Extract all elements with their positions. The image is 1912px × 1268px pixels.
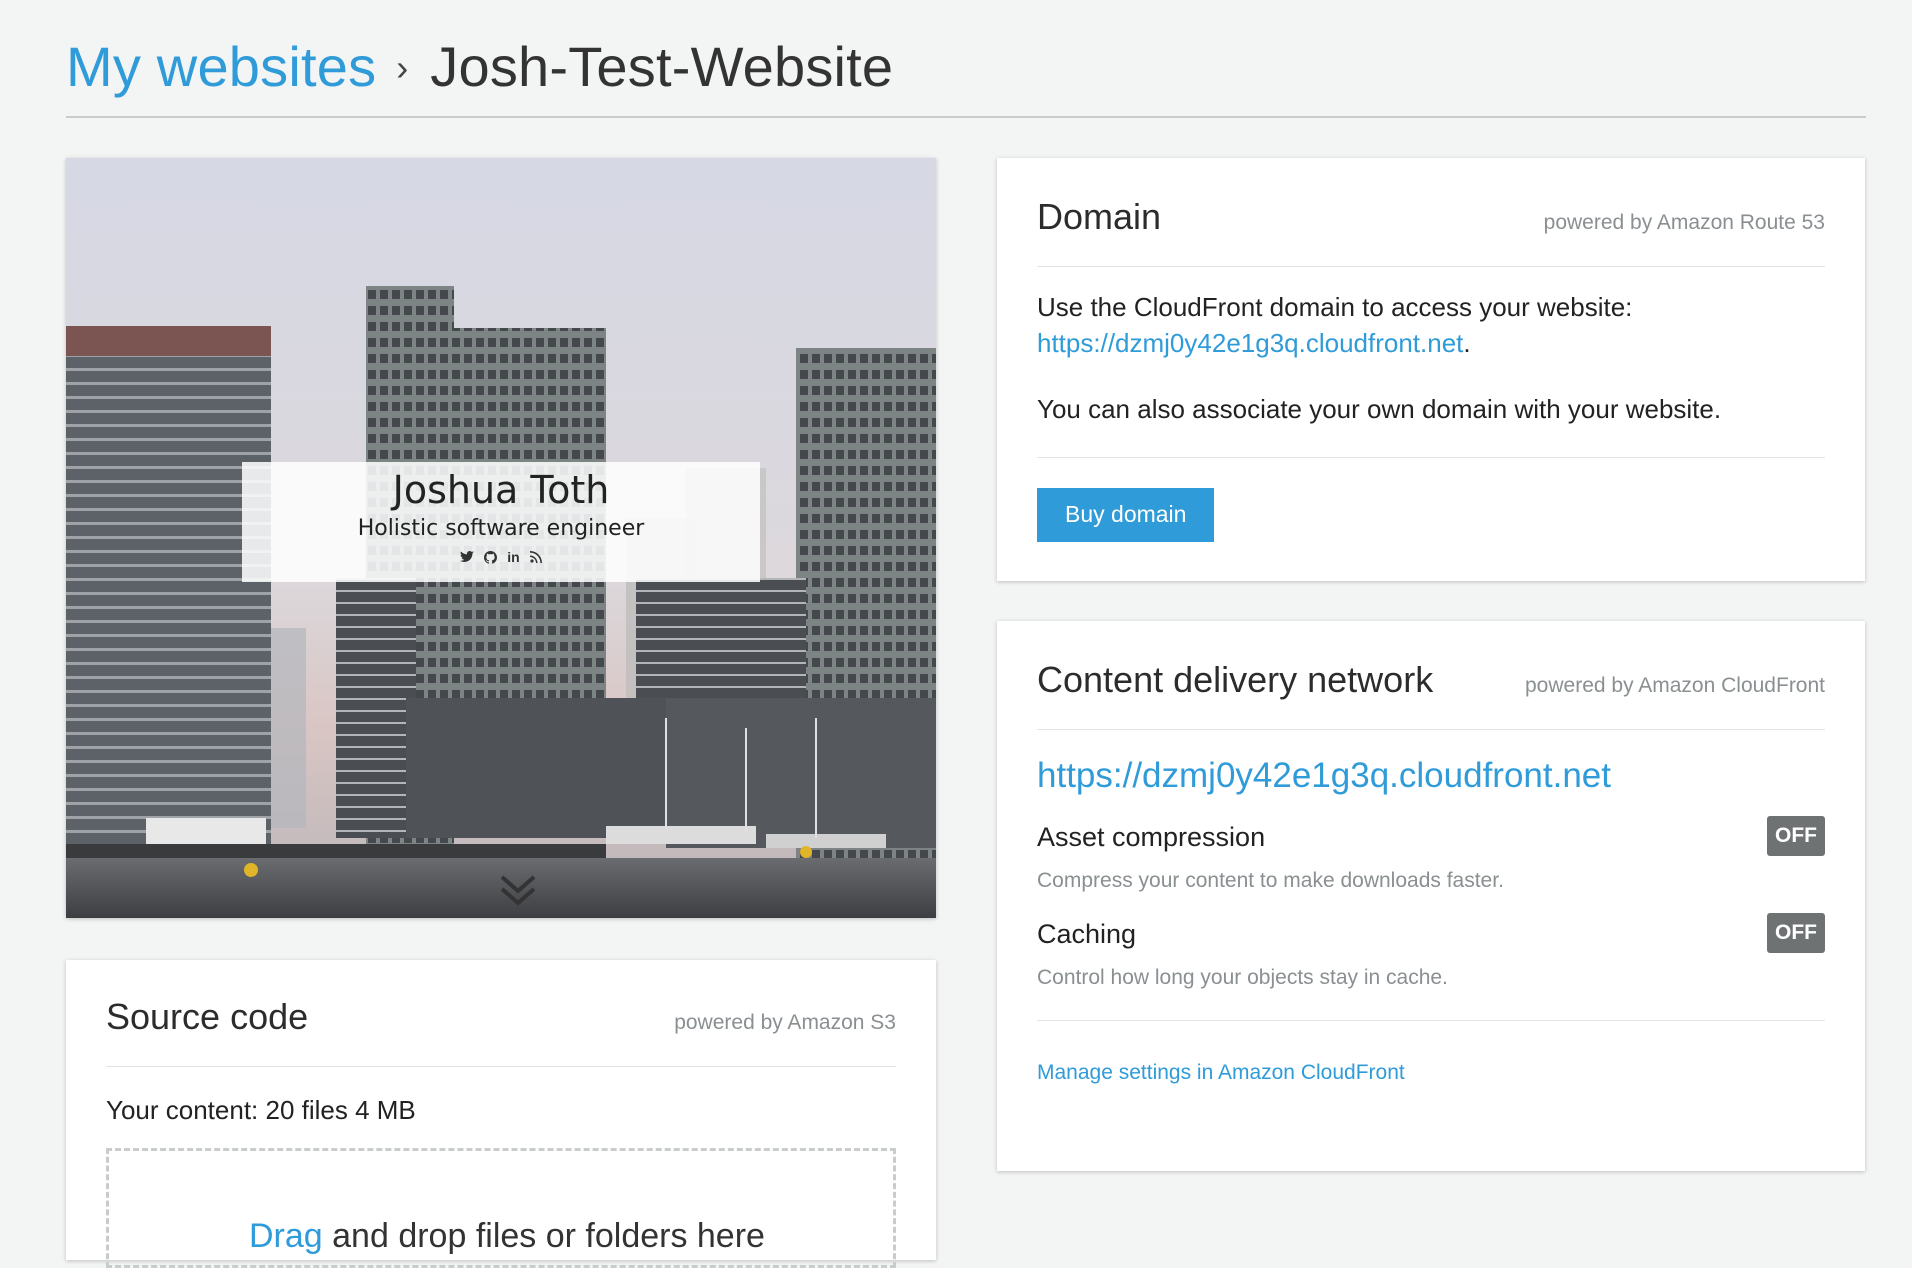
cloudfront-domain-link[interactable]: https://dzmj0y42e1g3q.cloudfront.net	[1037, 328, 1463, 358]
source-code-card: Source code powered by Amazon S3 Your co…	[66, 960, 936, 1268]
file-dropzone[interactable]: Drag and drop files or folders here	[106, 1148, 896, 1268]
preview-hero-banner: Joshua Toth Holistic software engineer i…	[242, 462, 760, 582]
rss-icon[interactable]	[529, 549, 542, 565]
cdn-powered-by: powered by Amazon CloudFront	[1525, 674, 1825, 697]
breadcrumb-my-websites-link[interactable]: My websites	[66, 34, 376, 99]
dropzone-browse-link[interactable]: Drag	[249, 1217, 323, 1255]
breadcrumb: My websites › Josh-Test-Website	[66, 28, 1866, 118]
cdn-card: Content delivery network powered by Amaz…	[997, 621, 1865, 1171]
setting-description: Compress your content to make downloads …	[1037, 869, 1504, 892]
twitter-icon[interactable]	[460, 549, 475, 565]
preview-author-name: Joshua Toth	[392, 468, 610, 512]
cdn-divider	[1037, 1020, 1825, 1021]
manage-cloudfront-link[interactable]: Manage settings in Amazon CloudFront	[1037, 1061, 1825, 1085]
setting-title: Caching	[1037, 919, 1137, 949]
domain-divider	[1037, 457, 1825, 458]
source-code-title: Source code	[106, 996, 309, 1037]
domain-card: Domain powered by Amazon Route 53 Use th…	[997, 158, 1865, 581]
linkedin-icon[interactable]: in	[507, 549, 519, 565]
breadcrumb-separator: ›	[396, 47, 409, 88]
domain-header: Domain powered by Amazon Route 53	[1037, 196, 1825, 267]
cdn-url-link[interactable]: https://dzmj0y42e1g3q.cloudfront.net	[1037, 756, 1825, 796]
cdn-title: Content delivery network	[1037, 659, 1434, 700]
preview-author-subtitle: Holistic software engineer	[357, 516, 645, 541]
domain-description: Use the CloudFront domain to access your…	[1037, 289, 1825, 427]
domain-intro-period: .	[1463, 328, 1471, 358]
website-preview[interactable]: Joshua Toth Holistic software engineer i…	[66, 158, 936, 918]
domain-title: Domain	[1037, 196, 1162, 237]
setting-asset-compression: Asset compression Compress your content …	[1037, 816, 1825, 893]
caching-toggle[interactable]: OFF	[1767, 913, 1825, 953]
dropzone-instructions: Drag and drop files or folders here	[249, 1217, 765, 1256]
dropzone-label: and drop files or folders here	[322, 1217, 765, 1255]
cdn-header: Content delivery network powered by Amaz…	[1037, 659, 1825, 730]
github-icon[interactable]	[484, 549, 498, 565]
buy-domain-button[interactable]: Buy domain	[1037, 488, 1215, 542]
asset-compression-toggle[interactable]: OFF	[1767, 816, 1825, 856]
domain-powered-by: powered by Amazon Route 53	[1543, 211, 1825, 234]
domain-associate-text: You can also associate your own domain w…	[1037, 394, 1722, 424]
domain-intro-text: Use the CloudFront domain to access your…	[1037, 292, 1633, 322]
setting-description: Control how long your objects stay in ca…	[1037, 966, 1448, 989]
scroll-down-chevron-icon[interactable]	[498, 873, 538, 909]
source-code-powered-by: powered by Amazon S3	[674, 1011, 896, 1034]
preview-social-icons: in	[242, 549, 760, 565]
setting-title: Asset compression	[1037, 822, 1266, 852]
setting-caching: Caching Control how long your objects st…	[1037, 913, 1825, 990]
page-title: Josh-Test-Website	[430, 34, 894, 98]
source-content-summary: Your content: 20 files 4 MB	[106, 1095, 416, 1125]
source-code-header: Source code powered by Amazon S3	[106, 996, 896, 1067]
